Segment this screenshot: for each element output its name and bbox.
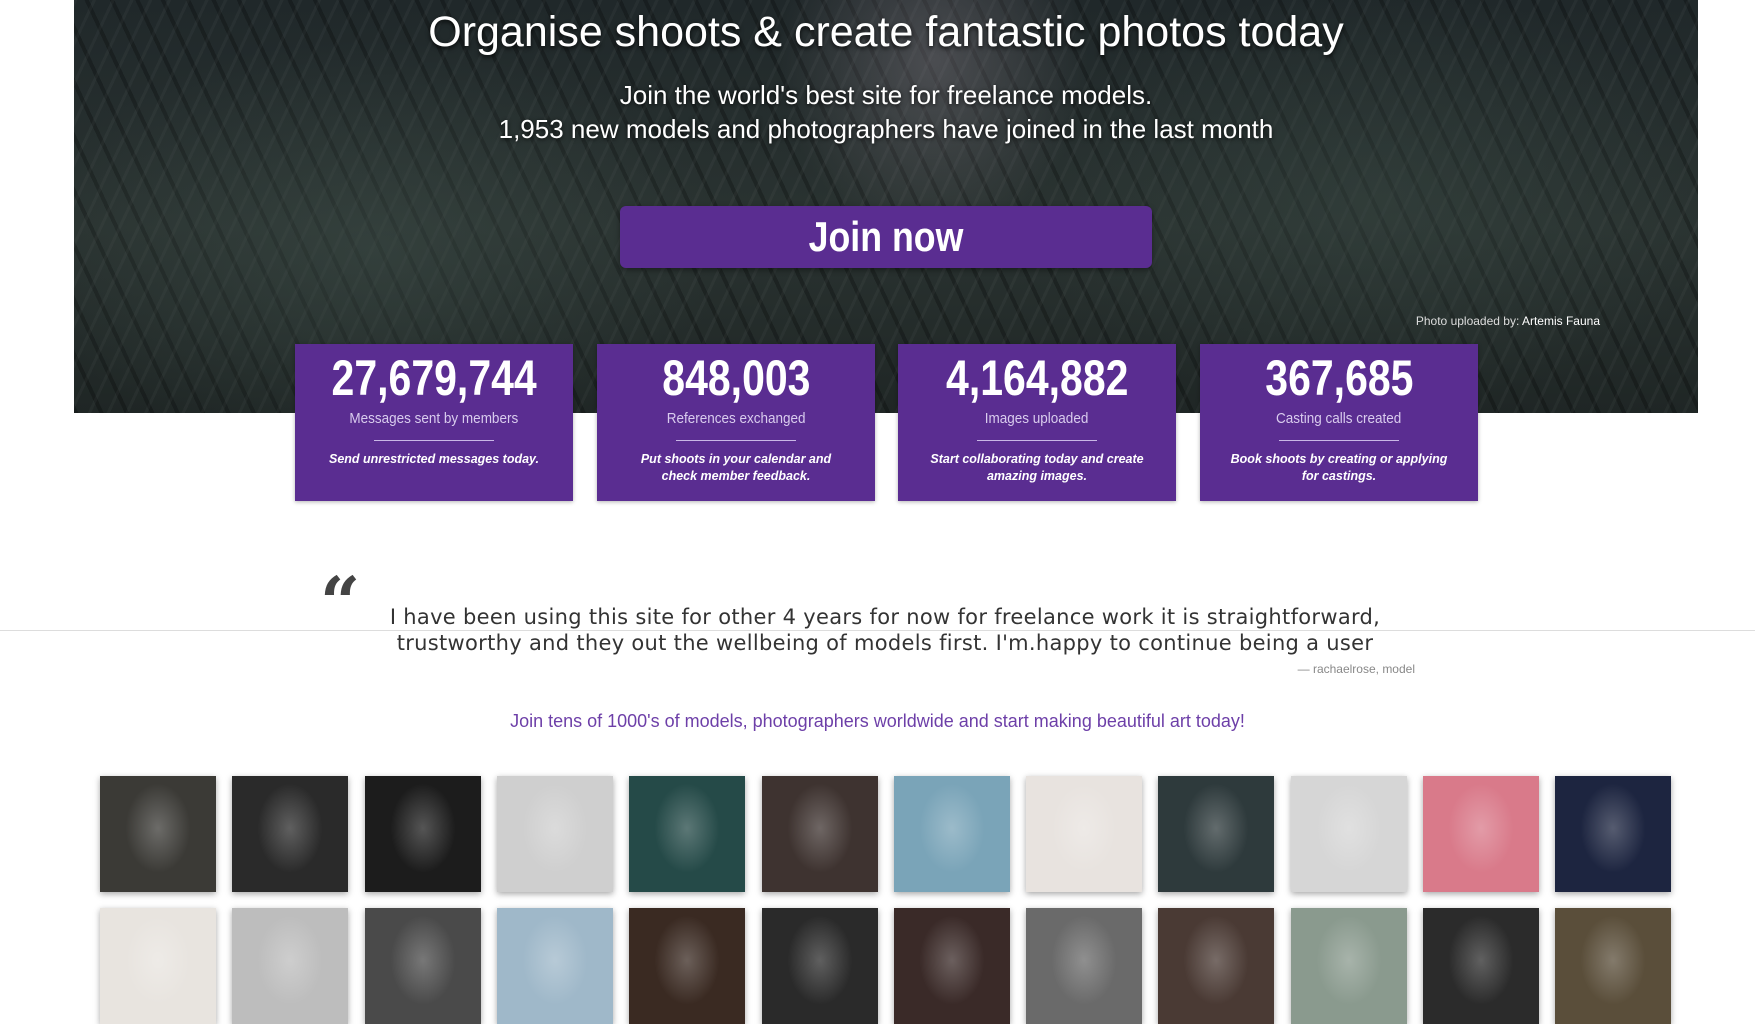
photo-credit-prefix: Photo uploaded by:: [1415, 314, 1520, 328]
gallery-thumbnail[interactable]: [761, 908, 878, 1024]
gallery-thumbnail[interactable]: [100, 908, 216, 1024]
stat-description: Book shoots by creating or applying for …: [1230, 452, 1448, 483]
stat-divider: [676, 440, 796, 441]
gallery-thumbnail[interactable]: [364, 776, 481, 892]
gallery-thumbnail[interactable]: [100, 776, 216, 892]
gallery-thumbnail[interactable]: [893, 776, 1010, 892]
stat-label: Casting calls created: [1276, 410, 1402, 427]
join-now-button[interactable]: Join now: [620, 206, 1152, 268]
gallery-thumbnail[interactable]: [1423, 908, 1539, 1024]
gallery-thumbnail[interactable]: [232, 776, 349, 892]
stat-card-castings: 367,685 Casting calls created Book shoot…: [1200, 344, 1478, 501]
gallery-thumbnail[interactable]: [1423, 776, 1539, 892]
join-cta-text[interactable]: Join tens of 1000's of models, photograp…: [0, 711, 1755, 732]
gallery-thumbnail[interactable]: [1555, 776, 1672, 892]
stat-divider: [1279, 440, 1399, 441]
stat-description: Start collaborating today and create ama…: [930, 452, 1144, 483]
gallery-thumbnail[interactable]: [629, 908, 746, 1024]
gallery-thumbnail[interactable]: [1555, 908, 1672, 1024]
stat-number: 4,164,882: [945, 350, 1129, 406]
stat-divider: [374, 440, 494, 441]
stat-card-messages: 27,679,744 Messages sent by members Send…: [295, 344, 573, 501]
stat-label: References exchanged: [666, 410, 806, 427]
gallery-thumbnail[interactable]: [1290, 908, 1407, 1024]
photo-credit-name[interactable]: Artemis Fauna: [1522, 314, 1600, 328]
gallery-thumbnail[interactable]: [629, 776, 746, 892]
stat-number: 848,003: [661, 350, 811, 406]
join-now-label: Join now: [808, 213, 964, 260]
stat-card-references: 848,003 References exchanged Put shoots …: [597, 344, 875, 501]
hero-subline: Join the world's best site for freelance…: [619, 80, 1153, 110]
stat-card-images: 4,164,882 Images uploaded Start collabor…: [898, 344, 1176, 501]
gallery-thumbnail[interactable]: [1158, 908, 1275, 1024]
gallery-thumbnail[interactable]: [761, 776, 878, 892]
gallery-thumbnail[interactable]: [1158, 776, 1275, 892]
gallery-thumbnail[interactable]: [1026, 776, 1143, 892]
gallery-thumbnail[interactable]: [364, 908, 481, 1024]
hero-headline: Organise shoots & create fantastic photo…: [428, 8, 1344, 56]
gallery-thumbnail[interactable]: [1290, 776, 1407, 892]
hero-member-count: 1,953 new models and photographers have …: [498, 114, 1274, 144]
stat-description: Send unrestricted messages today.: [328, 452, 540, 466]
photo-credit: Photo uploaded by: Artemis Fauna: [1416, 314, 1600, 328]
stat-number: 367,685: [1264, 350, 1414, 406]
gallery-thumbnail[interactable]: [496, 776, 613, 892]
gallery-thumbnail[interactable]: [496, 908, 613, 1024]
gallery-thumbnail[interactable]: [1026, 908, 1143, 1024]
testimonial-text: I have been using this site for other 4 …: [389, 605, 1381, 655]
gallery-thumbnail[interactable]: [232, 908, 349, 1024]
stat-label: Images uploaded: [985, 410, 1089, 427]
testimonial-attribution: — rachaelrose, model: [1297, 662, 1415, 676]
stat-label: Messages sent by members: [349, 410, 519, 427]
gallery-thumbnail[interactable]: [893, 908, 1010, 1024]
stat-divider: [977, 440, 1097, 441]
stat-number: 27,679,744: [331, 350, 537, 406]
stat-description: Put shoots in your calendar and check me…: [640, 452, 832, 483]
